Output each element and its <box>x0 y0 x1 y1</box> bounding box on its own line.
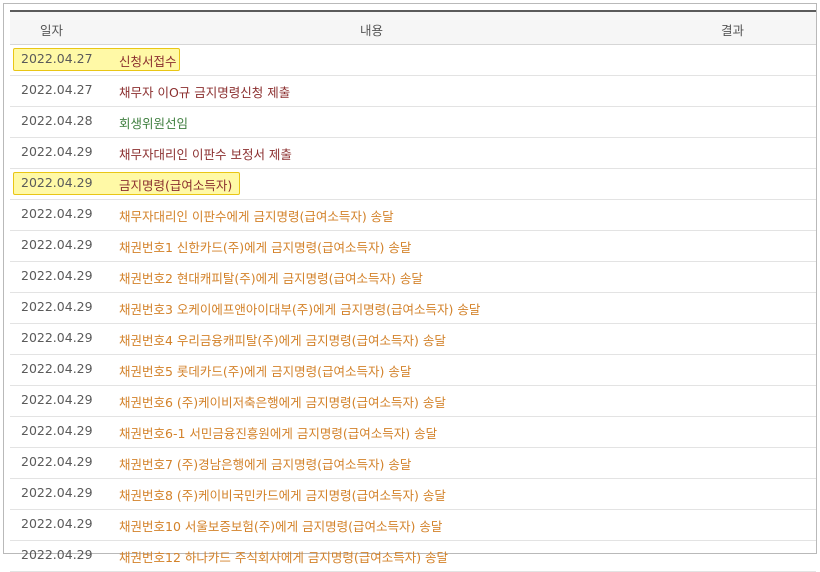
row-date: 2022.04.29 <box>21 175 93 190</box>
table-row: 2022.04.29 채권번호6 (주)케이비저축은행에게 금지명령(급여소득자)… <box>10 386 816 417</box>
row-content: 채권번호5 롯데카드(주)에게 금지명령(급여소득자) 송달 <box>119 364 412 379</box>
table-row: 2022.04.28 회생위원선임 <box>10 107 816 138</box>
table-row: 2022.04.29 금지명령(급여소득자) <box>10 169 816 200</box>
row-content: 채권번호6 (주)케이비저축은행에게 금지명령(급여소득자) 송달 <box>119 395 446 410</box>
case-history-table: 일자 내용 결과 2022.04.27 신청서접수 2022.04.27 채무자 이O… <box>10 10 816 572</box>
table-row: 2022.04.27 채무자 이O규 금지명령신청 제출 <box>10 76 816 107</box>
table-row: 2022.04.29 채권번호5 롯데카드(주)에게 금지명령(급여소득자) 송달 <box>10 355 816 386</box>
row-date: 2022.04.29 <box>21 547 93 562</box>
row-date: 2022.04.27 <box>21 51 93 66</box>
row-content: 채무자 이O규 금지명령신청 제출 <box>119 85 291 100</box>
row-content: 회생위원선임 <box>119 116 189 131</box>
row-date: 2022.04.29 <box>21 454 93 469</box>
row-date: 2022.04.29 <box>21 330 93 345</box>
row-date: 2022.04.29 <box>21 237 93 252</box>
row-content: 채권번호8 (주)케이비국민카드에게 금지명령(급여소득자) 송달 <box>119 488 446 503</box>
header-date: 일자 <box>40 23 64 38</box>
row-date: 2022.04.29 <box>21 485 93 500</box>
row-content: 채권번호7 (주)경남은행에게 금지명령(급여소득자) 송달 <box>119 457 412 472</box>
row-content: 채무자대리인 이판수 보정서 제출 <box>119 147 292 162</box>
row-date: 2022.04.29 <box>21 144 93 159</box>
table-row: 2022.04.29 채권번호1 신한카드(주)에게 금지명령(급여소득자) 송달 <box>10 231 816 262</box>
row-content: 채권번호2 현대캐피탈(주)에게 금지명령(급여소득자) 송달 <box>119 271 423 286</box>
screenshot-frame: 일자 내용 결과 2022.04.27 신청서접수 2022.04.27 채무자 이O… <box>3 3 817 572</box>
row-content: 금지명령(급여소득자) <box>119 178 233 193</box>
row-date: 2022.04.27 <box>21 82 93 97</box>
table-row: 2022.04.29 채권번호10 서울보증보험(주)에게 금지명령(급여소득자)… <box>10 510 816 541</box>
table-row: 2022.04.29 채권번호7 (주)경남은행에게 금지명령(급여소득자) 송달 <box>10 448 816 479</box>
row-content: 채권번호1 신한카드(주)에게 금지명령(급여소득자) 송달 <box>119 240 412 255</box>
table-row: 2022.04.29 채무자대리인 이판수 보정서 제출 <box>10 138 816 169</box>
header-content: 내용 <box>360 23 384 38</box>
table-row: 2022.04.29 채무자대리인 이판수에게 금지명령(급여소득자) 송달 <box>10 200 816 231</box>
row-content: 신청서접수 <box>119 54 177 69</box>
row-date: 2022.04.29 <box>21 361 93 376</box>
table-row: 2022.04.29 채권번호3 오케이에프앤아이대부(주)에게 금지명령(급여소… <box>10 293 816 324</box>
row-date: 2022.04.29 <box>21 299 93 314</box>
row-content: 채무자대리인 이판수에게 금지명령(급여소득자) 송달 <box>119 209 394 224</box>
row-date: 2022.04.29 <box>21 516 93 531</box>
row-date: 2022.04.29 <box>21 206 93 221</box>
row-date: 2022.04.29 <box>21 392 93 407</box>
table-row: 2022.04.29 채권번호4 우리금융캐피탈(주)에게 금지명령(급여소득자)… <box>10 324 816 355</box>
row-content: 채권번호4 우리금융캐피탈(주)에게 금지명령(급여소득자) 송달 <box>119 333 446 348</box>
row-content: 채권번호10 서울보증보험(주)에게 금지명령(급여소득자) 송달 <box>119 519 443 534</box>
row-content: 채권번호3 오케이에프앤아이대부(주)에게 금지명령(급여소득자) 송달 <box>119 302 481 317</box>
table-row: 2022.04.29 채권번호2 현대캐피탈(주)에게 금지명령(급여소득자) 송… <box>10 262 816 293</box>
table-row: 2022.04.27 신청서접수 <box>10 45 816 76</box>
header-result: 결과 <box>721 23 745 38</box>
row-date: 2022.04.28 <box>21 113 93 128</box>
row-date: 2022.04.29 <box>21 423 93 438</box>
table-row: 2022.04.29 채권번호8 (주)케이비국민카드에게 금지명령(급여소득자)… <box>10 479 816 510</box>
row-date: 2022.04.29 <box>21 268 93 283</box>
table-body: 2022.04.27 신청서접수 2022.04.27 채무자 이O규 금지명령신청 … <box>10 45 816 572</box>
row-content: 채권번호6-1 서민금융진흥원에게 금지명령(급여소득자) 송달 <box>119 426 438 441</box>
table-row: 2022.04.29 채권번호6-1 서민금융진흥원에게 금지명령(급여소득자) … <box>10 417 816 448</box>
table-header: 일자 내용 결과 <box>10 10 816 45</box>
